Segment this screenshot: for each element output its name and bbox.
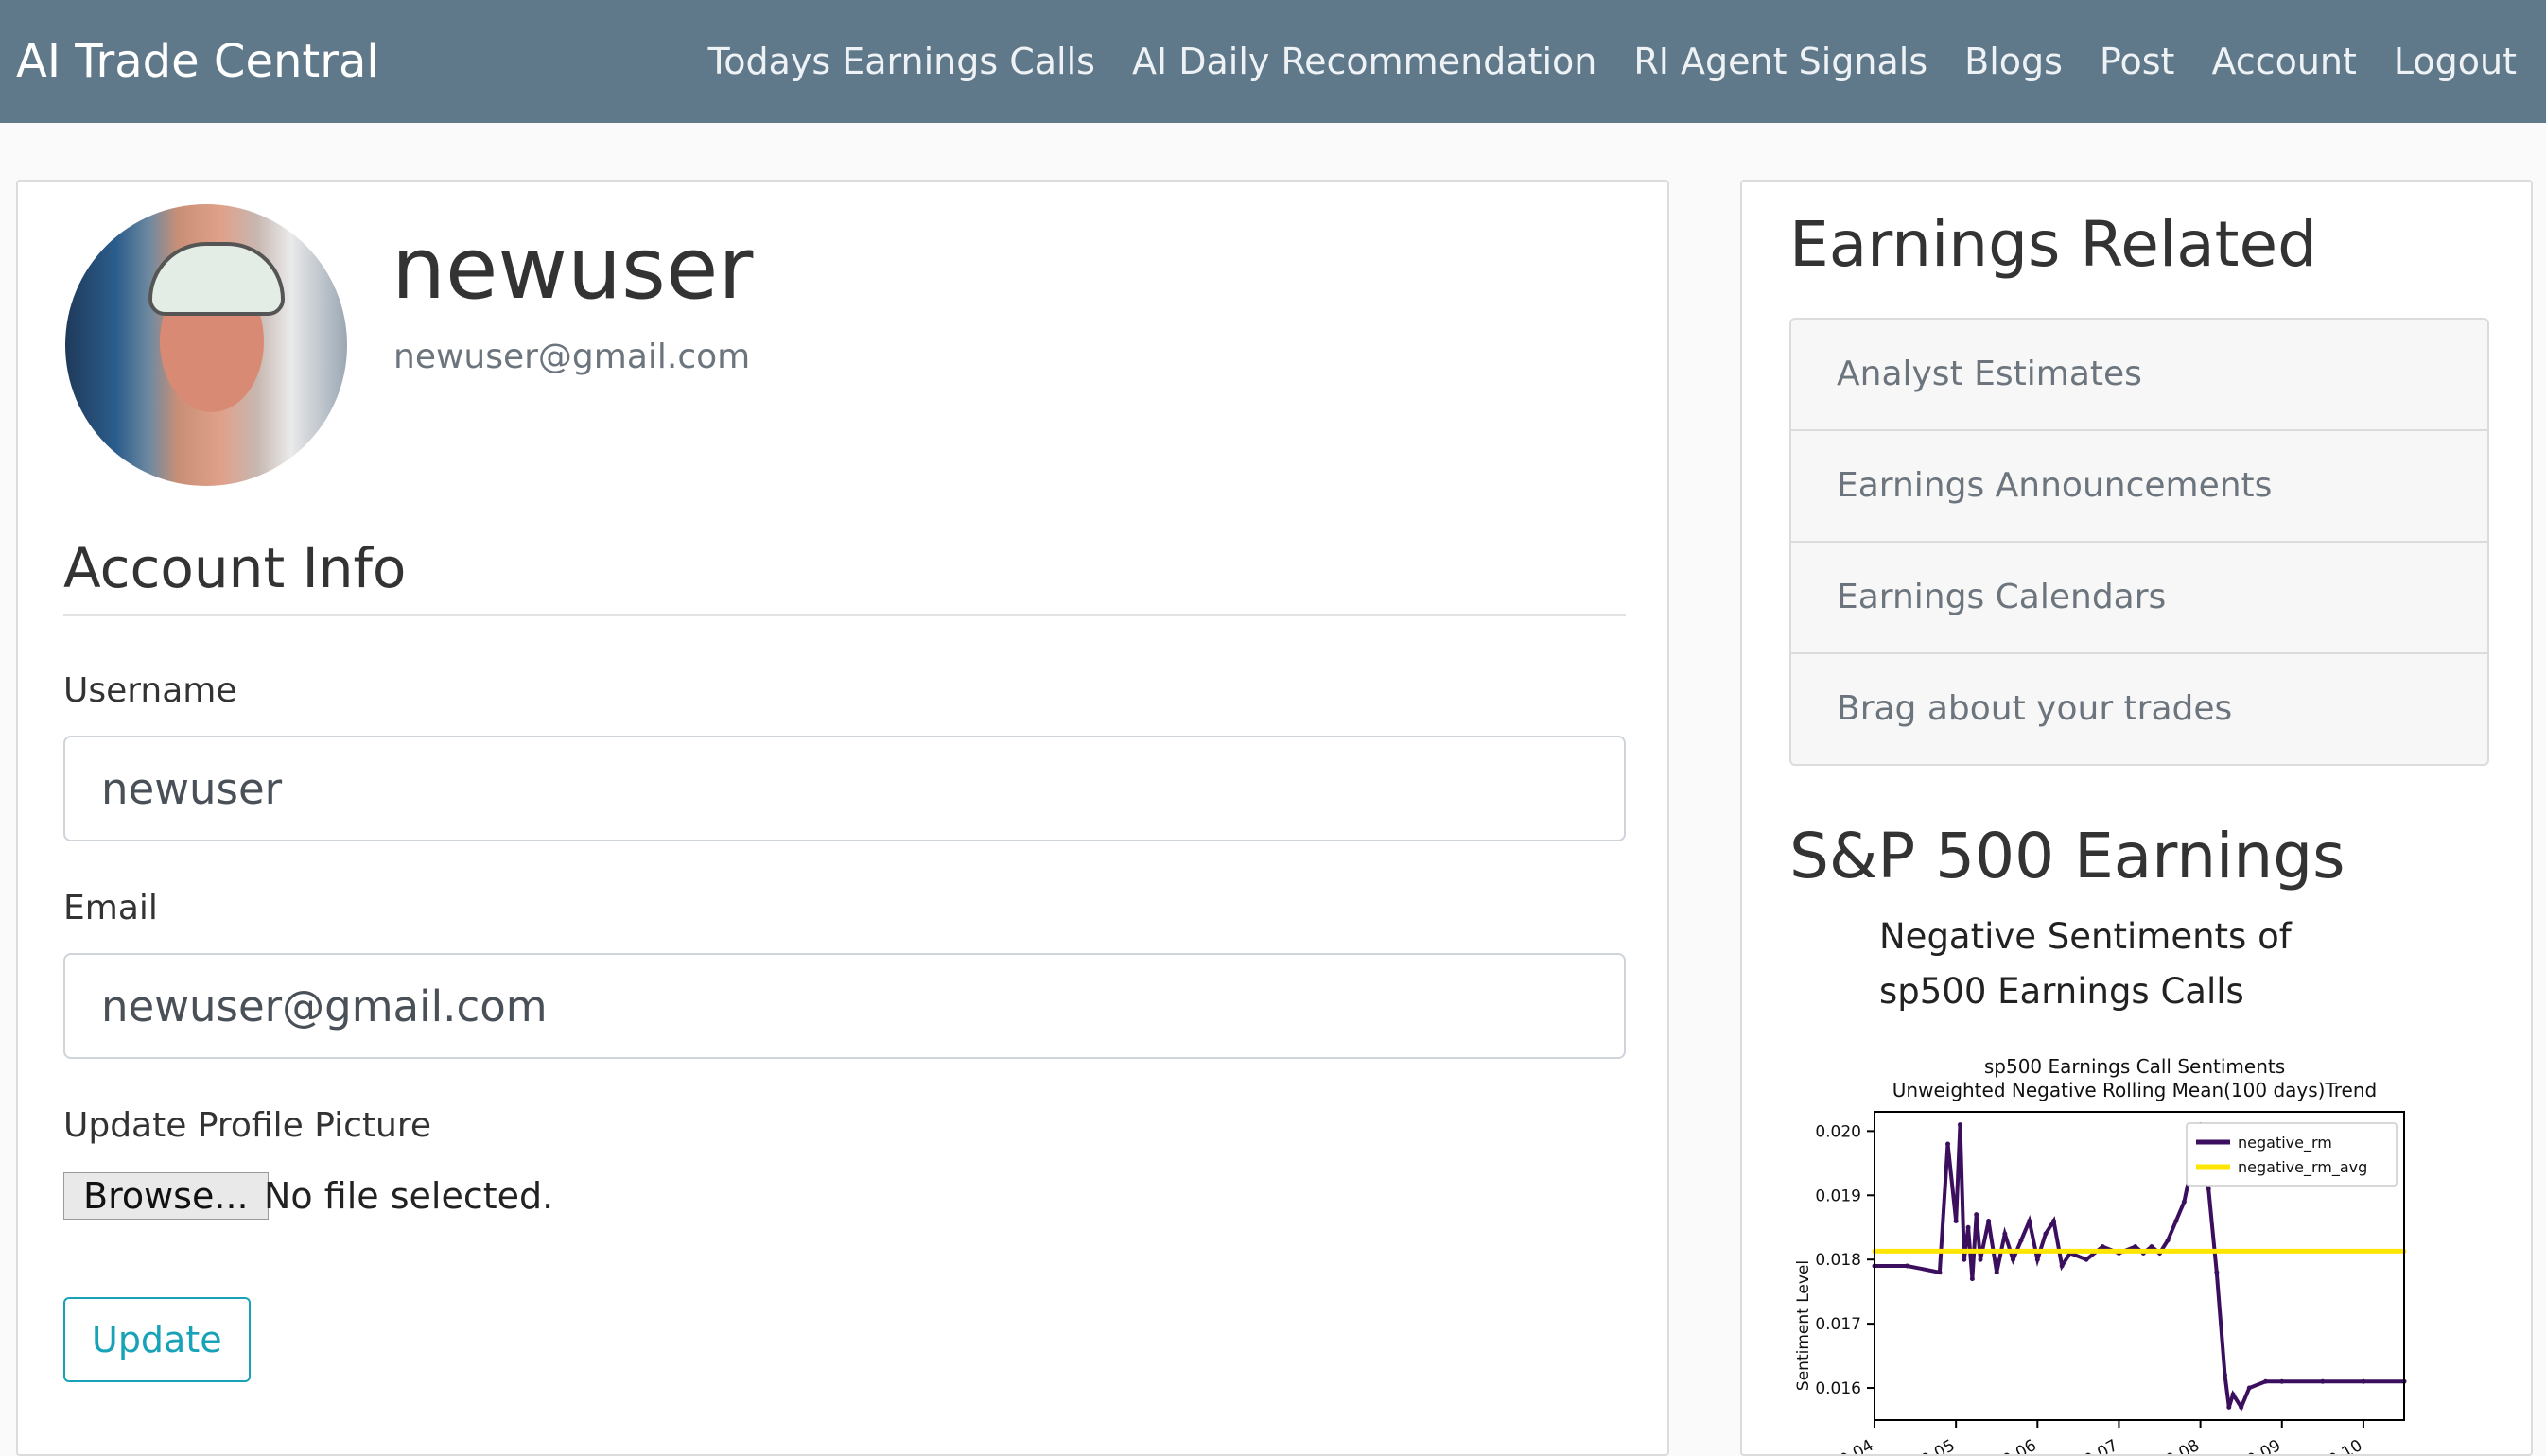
- earnings-links-list: Analyst Estimates Earnings Announcements…: [1789, 318, 2489, 766]
- legend-label-negative-rm: negative_rm: [2238, 1134, 2332, 1153]
- account-card: newuser newuser@gmail.com Account Info U…: [16, 180, 1669, 1456]
- link-earnings-announcements[interactable]: Earnings Announcements: [1791, 431, 2487, 543]
- top-navbar: AI Trade Central Todays Earnings Calls A…: [0, 0, 2546, 123]
- data-point-negative-rm: [2181, 1199, 2187, 1205]
- x-tick-label: 0.10: [2326, 1436, 2366, 1456]
- data-point-negative-rm: [2165, 1238, 2171, 1243]
- data-point-negative-rm: [1965, 1224, 1971, 1230]
- data-point-negative-rm: [2018, 1238, 2024, 1243]
- avatar-headphones: [148, 242, 285, 316]
- data-point-negative-rm: [2010, 1257, 2015, 1262]
- data-point-negative-rm: [2263, 1378, 2269, 1384]
- data-point-negative-rm: [2226, 1404, 2232, 1410]
- profile-email: newuser@gmail.com: [393, 338, 751, 376]
- update-picture-label: Update Profile Picture: [63, 1106, 432, 1145]
- data-point-negative-rm: [2361, 1378, 2366, 1384]
- nav-link-todays-earnings-calls[interactable]: Todays Earnings Calls: [707, 41, 1094, 82]
- data-point-negative-rm: [2133, 1244, 2138, 1250]
- data-point-negative-rm: [2246, 1385, 2252, 1391]
- data-point-negative-rm: [2027, 1218, 2032, 1223]
- file-status: No file selected.: [264, 1175, 554, 1217]
- profile-username: newuser: [392, 219, 754, 319]
- data-point-negative-rm: [2230, 1392, 2236, 1397]
- data-point-negative-rm: [2002, 1231, 2008, 1237]
- avatar: [65, 204, 347, 486]
- y-tick-label: 0.020: [1815, 1122, 1861, 1141]
- data-point-negative-rm: [2034, 1257, 2040, 1262]
- x-tick-label: 0.04: [1837, 1436, 1877, 1456]
- data-point-negative-rm: [2173, 1218, 2179, 1223]
- x-tick-label: 0.08: [2162, 1436, 2203, 1456]
- data-point-negative-rm: [1969, 1276, 1975, 1282]
- data-point-negative-rm: [2043, 1231, 2049, 1237]
- y-tick-label: 0.017: [1815, 1315, 1861, 1334]
- data-point-negative-rm: [2320, 1378, 2326, 1384]
- data-point-negative-rm: [1953, 1218, 1959, 1223]
- data-point-negative-rm: [2051, 1218, 2057, 1223]
- data-point-negative-rm: [2222, 1372, 2227, 1378]
- x-tick-label: 0.05: [1918, 1436, 1959, 1456]
- data-point-negative-rm: [2100, 1244, 2105, 1250]
- data-point-negative-rm: [2239, 1404, 2244, 1410]
- nav-link-blogs[interactable]: Blogs: [1964, 41, 2063, 82]
- legend-label-negative-rm-avg: negative_rm_avg: [2238, 1158, 2367, 1177]
- data-point-negative-rm: [1962, 1257, 1967, 1262]
- data-point-negative-rm: [1974, 1212, 1979, 1218]
- link-brag-trades[interactable]: Brag about your trades: [1791, 654, 2487, 764]
- earnings-related-heading: Earnings Related: [1789, 208, 2318, 281]
- nav-link-ri-agent-signals[interactable]: RI Agent Signals: [1633, 41, 1927, 82]
- account-info-heading: Account Info: [63, 536, 1626, 616]
- data-point-negative-rm: [2206, 1187, 2211, 1191]
- y-tick-label: 0.018: [1815, 1251, 1861, 1270]
- chart-ylabel: Sentiment Level: [1794, 1260, 1813, 1391]
- data-point-negative-rm: [2149, 1244, 2154, 1250]
- update-button[interactable]: Update: [63, 1297, 251, 1382]
- nav-link-ai-daily-recommendation[interactable]: AI Daily Recommendation: [1132, 41, 1596, 82]
- chart-subtitle: Unweighted Negative Rolling Mean(100 day…: [1892, 1079, 2377, 1101]
- data-point-negative-rm: [1937, 1270, 1943, 1275]
- browse-button[interactable]: Browse...: [63, 1172, 269, 1220]
- chart-caption: Negative Sentiments of sp500 Earnings Ca…: [1879, 916, 2292, 1012]
- nav-link-account[interactable]: Account: [2211, 41, 2356, 82]
- data-point-negative-rm: [1978, 1257, 1983, 1262]
- sentiment-chart: sp500 Earnings Call Sentiments Unweighte…: [1794, 1055, 2407, 1456]
- x-tick-label: 0.09: [2243, 1436, 2284, 1456]
- y-tick-label: 0.016: [1815, 1379, 1861, 1398]
- data-point-negative-rm: [2059, 1263, 2065, 1269]
- data-point-negative-rm: [1904, 1263, 1910, 1269]
- x-tick-label: 0.07: [2081, 1436, 2121, 1456]
- nav-link-post[interactable]: Post: [2100, 41, 2175, 82]
- data-point-negative-rm: [2084, 1257, 2089, 1262]
- chart-legend: [2186, 1122, 2398, 1187]
- username-input[interactable]: [63, 736, 1626, 841]
- data-point-negative-rm: [1957, 1122, 1962, 1128]
- nav-links: Todays Earnings Calls AI Daily Recommend…: [707, 0, 2517, 123]
- data-point-negative-rm: [1945, 1141, 1951, 1147]
- email-input[interactable]: [63, 953, 1626, 1059]
- x-tick-label: 0.06: [1999, 1436, 2040, 1456]
- brand-logo[interactable]: AI Trade Central: [16, 0, 379, 123]
- y-tick-label: 0.019: [1815, 1187, 1861, 1205]
- nav-link-logout[interactable]: Logout: [2394, 41, 2517, 82]
- data-point-negative-rm: [2214, 1270, 2220, 1275]
- data-point-negative-rm: [1986, 1218, 1992, 1223]
- email-label: Email: [63, 889, 158, 927]
- chart-title: sp500 Earnings Call Sentiments: [1984, 1055, 2285, 1078]
- sidebar-card: Earnings Related Analyst Estimates Earni…: [1740, 180, 2533, 1456]
- sp500-earnings-heading: S&P 500 Earnings: [1789, 820, 2345, 893]
- link-analyst-estimates[interactable]: Analyst Estimates: [1791, 320, 2487, 431]
- link-earnings-calendars[interactable]: Earnings Calendars: [1791, 543, 2487, 654]
- data-point-negative-rm: [2279, 1378, 2285, 1384]
- data-point-negative-rm: [1994, 1270, 1999, 1275]
- username-label: Username: [63, 671, 237, 710]
